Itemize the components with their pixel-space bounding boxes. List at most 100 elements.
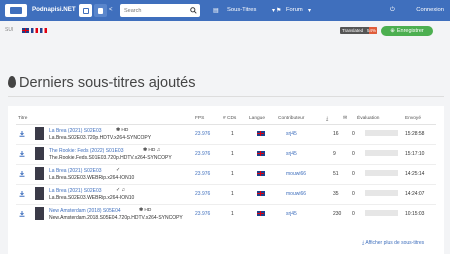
subtitle-title-link[interactable]: La Brea (2021) S02E03	[49, 188, 102, 194]
document-icon	[98, 7, 103, 14]
fr-flag-icon[interactable]	[40, 28, 47, 33]
download-icon[interactable]	[19, 151, 25, 157]
poster-thumbnail[interactable]	[35, 147, 44, 160]
subtitle-flags: ✽ HD	[139, 208, 152, 213]
uk-flag-icon	[257, 211, 265, 216]
rating-bar	[365, 210, 398, 216]
forum-icon: ⚑	[276, 8, 282, 14]
download-icon[interactable]	[19, 191, 25, 197]
rating-bar	[365, 130, 398, 136]
language-label: SUI	[5, 27, 14, 33]
comment-count: 0	[352, 151, 355, 157]
contributor-link[interactable]: mouwi66	[286, 191, 306, 197]
contributor-link[interactable]: mouwi66	[286, 171, 306, 177]
comments-icon[interactable]: ✉	[343, 116, 347, 121]
register-button[interactable]: ⊕ Enregistrer	[381, 26, 433, 36]
translation-progress: Translated 54%	[340, 27, 377, 34]
comment-count: 0	[352, 171, 355, 177]
table-row[interactable]: La Brea (2021) S02E03 ✽ HD La.Brea.S02E03.…	[16, 125, 436, 143]
header-eval[interactable]: Évaluation	[357, 116, 379, 121]
release-name: La.Brea.S02E03.WEBRip.x264-ION10	[49, 195, 135, 201]
poster-thumbnail[interactable]	[35, 127, 44, 140]
search-box	[120, 4, 200, 17]
fps-value[interactable]: 23.976	[195, 211, 210, 217]
search-icon[interactable]	[190, 7, 197, 14]
cds-value: 1	[231, 171, 234, 177]
uk-flag-icon[interactable]	[22, 28, 29, 33]
header-title[interactable]: Titre	[18, 116, 27, 121]
download-count-icon[interactable]: ⤓	[326, 116, 328, 122]
poster-thumbnail[interactable]	[35, 207, 44, 220]
poster-thumbnail[interactable]	[35, 167, 44, 180]
fr-flag-icon[interactable]	[31, 28, 38, 33]
show-more-link[interactable]: ⤓ Afficher plus de sous-titres	[362, 240, 424, 246]
header-fps[interactable]: FPS	[195, 116, 204, 121]
subtitles-table: Titre FPS # CDs Langue Contributeur ⤓ ✉ …	[8, 106, 444, 254]
film-icon	[82, 7, 89, 14]
download-count: 51	[333, 171, 339, 177]
upload-time: 14:25:14	[405, 171, 425, 177]
header-cds[interactable]: # CDs	[223, 116, 236, 121]
search-input[interactable]	[120, 4, 186, 17]
download-icon[interactable]	[19, 171, 25, 177]
subtitle-title-link[interactable]: La Brea (2021) S02E03	[49, 128, 102, 134]
site-brand[interactable]: Podnapisi.NET	[32, 6, 76, 13]
cds-value: 1	[231, 131, 234, 137]
fps-value[interactable]: 23.976	[195, 131, 210, 137]
table-row[interactable]: New Amsterdam (2018) S05E04 ✽ HD New.Amste…	[16, 205, 436, 223]
contributor-link[interactable]: srj45	[286, 131, 297, 137]
subtitle-flags: ✽ HD ♫	[143, 148, 161, 153]
upload-time: 15:28:58	[405, 131, 425, 137]
contributor-link[interactable]: srj45	[286, 151, 297, 157]
header-date[interactable]: Envoyé	[405, 116, 421, 121]
drop-icon	[8, 76, 16, 88]
release-name: The.Rookie.Feds.S01E03.720p.HDTV.x264-SY…	[49, 155, 172, 161]
subtitle-flags: ✽ HD	[116, 128, 129, 133]
power-icon: ⏻	[390, 7, 395, 13]
movies-view-button[interactable]	[79, 4, 92, 17]
page-title: Derniers sous-titres ajoutés	[8, 75, 196, 91]
download-icon[interactable]	[19, 131, 25, 137]
release-name: La.Brea.S02E03.WEBRip.x264-ION10	[49, 175, 135, 181]
rating-bar	[365, 190, 398, 196]
upload-time: 10:15:03	[405, 211, 425, 217]
subtitles-menu[interactable]: Sous-Titres	[227, 7, 256, 13]
register-label: Enregistrer	[396, 28, 424, 34]
plus-icon: ⊕	[390, 28, 395, 34]
subtitles-icon: ▤	[213, 8, 219, 14]
table-row[interactable]: La Brea (2021) S02E03 ✓ La.Brea.S02E03.WEB…	[16, 165, 436, 183]
uk-flag-icon	[257, 191, 265, 196]
subtitle-title-link[interactable]: New Amsterdam (2018) S05E04	[49, 208, 121, 214]
cds-value: 1	[231, 191, 234, 197]
comment-count: 0	[352, 191, 355, 197]
download-count: 35	[333, 191, 339, 197]
fps-value[interactable]: 23.976	[195, 171, 210, 177]
share-icon[interactable]: <	[109, 7, 113, 13]
download-count: 16	[333, 131, 339, 137]
release-name: New.Amsterdam.2018.S05E04.720p.HDTV.x264…	[49, 215, 183, 221]
header-contrib[interactable]: Contributeur	[278, 116, 304, 121]
subtitle-title-link[interactable]: The Rookie: Feds (2022) S01E03	[49, 148, 124, 154]
subtitle-title-link[interactable]: La Brea (2021) S02E03	[49, 168, 102, 174]
table-row[interactable]: The Rookie: Feds (2022) S01E03 ✽ HD ♫ The.…	[16, 145, 436, 163]
uk-flag-icon	[257, 151, 265, 156]
documents-view-button[interactable]	[94, 4, 107, 17]
fps-value[interactable]: 23.976	[195, 191, 210, 197]
progress-label: Translated	[342, 28, 364, 33]
download-count: 230	[333, 211, 342, 217]
download-icon[interactable]	[19, 211, 25, 217]
comment-count: 0	[352, 211, 355, 217]
comment-count: 0	[352, 131, 355, 137]
logo-icon[interactable]	[5, 4, 27, 17]
table-row[interactable]: La Brea (2021) S02E03 ✓ ♫ La.Brea.S02E03.W…	[16, 185, 436, 203]
login-button[interactable]: Connexion	[416, 7, 444, 13]
poster-thumbnail[interactable]	[35, 187, 44, 200]
fps-value[interactable]: 23.976	[195, 151, 210, 157]
header-lang[interactable]: Langue	[249, 116, 265, 121]
uk-flag-icon	[257, 131, 265, 136]
upload-time: 14:24:07	[405, 191, 425, 197]
contributor-link[interactable]: srj45	[286, 211, 297, 217]
upload-time: 15:17:10	[405, 151, 425, 157]
forum-menu[interactable]: Forum	[286, 7, 303, 13]
subtitle-flags: ✓	[116, 168, 121, 173]
